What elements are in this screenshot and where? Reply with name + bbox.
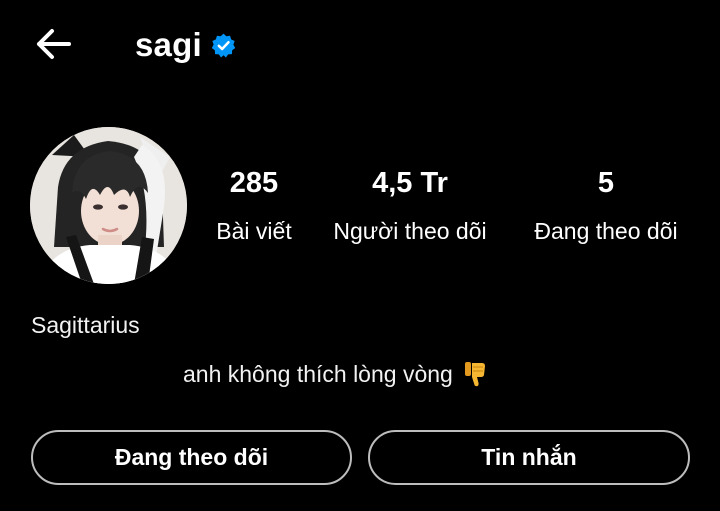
- username: sagi: [135, 26, 202, 63]
- stat-following[interactable]: 5 Đang theo dõi: [520, 165, 692, 246]
- following-count: 5: [597, 167, 615, 199]
- message-button[interactable]: Tin nhắn: [368, 430, 690, 485]
- thumbs-down-icon: [463, 360, 487, 388]
- message-button-label: Tin nhắn: [481, 444, 577, 470]
- followers-label: Người theo dõi: [333, 218, 487, 244]
- bio: anh không thích lòng vòng: [183, 360, 487, 388]
- followers-count: 4,5 Tr: [372, 167, 448, 199]
- top-bar: sagi: [0, 0, 720, 90]
- posts-label: Bài viết: [216, 218, 292, 244]
- stat-followers[interactable]: 4,5 Tr Người theo dõi: [320, 165, 500, 246]
- following-button-label: Đang theo dõi: [114, 444, 269, 470]
- bio-text: anh không thích lòng vòng: [183, 360, 453, 387]
- profile-title: sagi: [135, 24, 236, 66]
- stat-posts[interactable]: 285 Bài viết: [214, 165, 294, 246]
- back-arrow-icon: [37, 29, 71, 59]
- following-label: Đang theo dõi: [534, 218, 678, 244]
- display-name: Sagittarius: [31, 312, 140, 338]
- verified-badge-icon: [211, 33, 236, 58]
- posts-count: 285: [229, 167, 279, 199]
- following-button[interactable]: Đang theo dõi: [31, 430, 352, 485]
- back-button[interactable]: [28, 22, 78, 66]
- profile-avatar[interactable]: [30, 127, 187, 284]
